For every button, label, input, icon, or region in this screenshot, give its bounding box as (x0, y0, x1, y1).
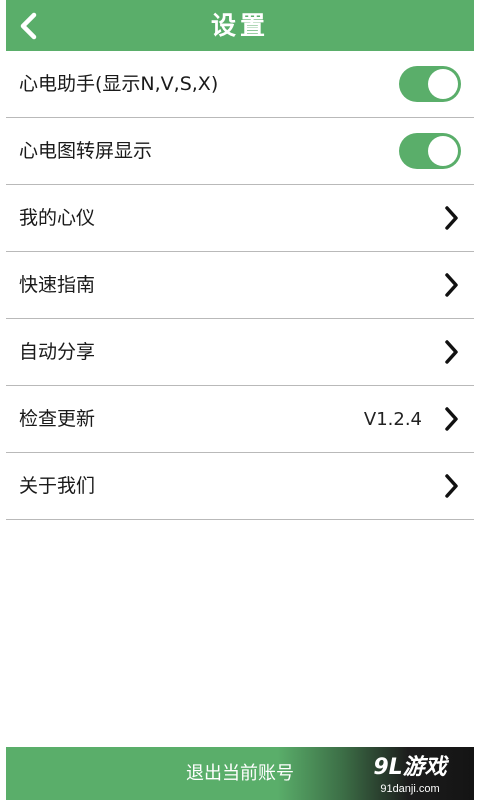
ecg-rotate-toggle[interactable] (399, 133, 461, 169)
settings-item-label: 快速指南 (19, 274, 96, 296)
toggle-knob (428, 69, 458, 99)
logout-button[interactable]: 退出当前账号 9L游戏 91danji.com (6, 747, 474, 800)
settings-item-label: 检查更新 (19, 408, 96, 430)
watermark-logo: 9L游戏 91danji.com (358, 754, 462, 796)
settings-item-ecg-assistant[interactable]: 心电助手(显示N,V,S,X) (6, 51, 474, 118)
version-number: V1.2.4 (363, 409, 422, 430)
page-title: 设置 (210, 11, 269, 40)
settings-item-label: 心电助手(显示N,V,S,X) (19, 73, 219, 95)
chevron-right-icon (445, 273, 458, 297)
header-bar: 设置 (6, 0, 474, 51)
chevron-right-icon (445, 407, 458, 431)
toggle-knob (428, 136, 458, 166)
settings-item-my-device[interactable]: 我的心仪 (6, 185, 474, 252)
chevron-right-icon (445, 206, 458, 230)
settings-item-check-update[interactable]: 检查更新 V1.2.4 (6, 386, 474, 453)
settings-item-label: 心电图转屏显示 (19, 140, 153, 162)
chevron-right-icon (445, 340, 458, 364)
watermark-brand: 9L游戏 (373, 755, 447, 780)
settings-item-about-us[interactable]: 关于我们 (6, 453, 474, 520)
settings-item-ecg-rotate[interactable]: 心电图转屏显示 (6, 118, 474, 185)
settings-item-label: 自动分享 (19, 341, 96, 363)
settings-item-quick-guide[interactable]: 快速指南 (6, 252, 474, 319)
settings-screen: 设置 心电助手(显示N,V,S,X) 心电图转屏显示 我的心仪 快速指南 自动分… (0, 0, 480, 800)
settings-item-label: 关于我们 (19, 475, 96, 497)
ecg-assistant-toggle[interactable] (399, 66, 461, 102)
chevron-right-icon (445, 474, 458, 498)
settings-item-auto-share[interactable]: 自动分享 (6, 319, 474, 386)
settings-list: 心电助手(显示N,V,S,X) 心电图转屏显示 我的心仪 快速指南 自动分享 检… (6, 51, 474, 520)
settings-item-label: 我的心仪 (19, 207, 96, 229)
watermark-url: 91danji.com (380, 783, 440, 795)
